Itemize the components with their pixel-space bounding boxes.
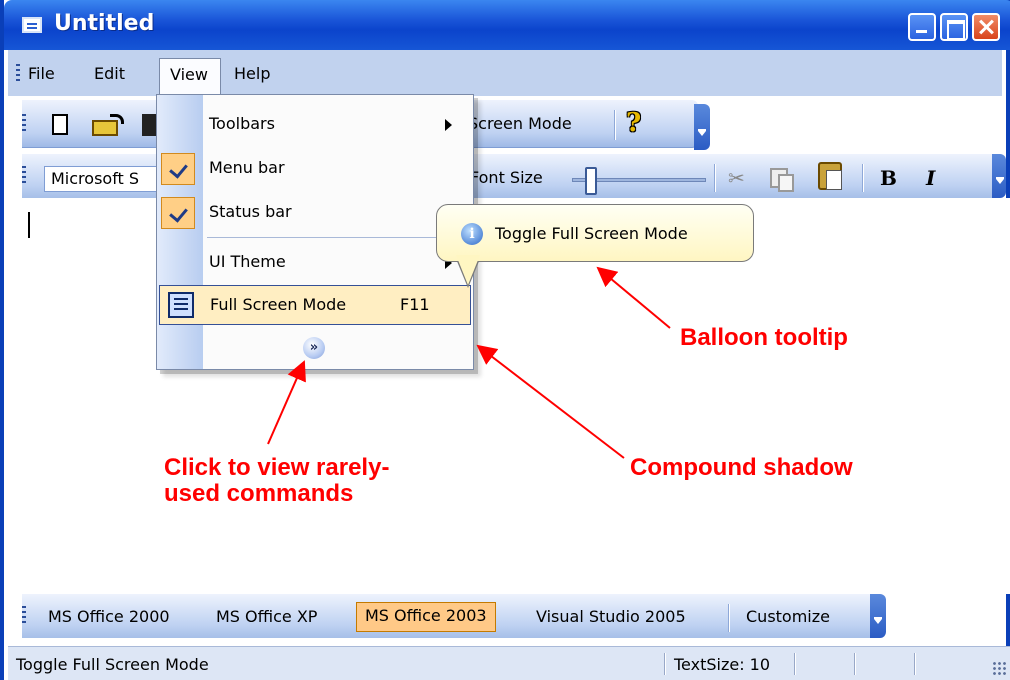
menu-item-label: Status bar <box>209 202 292 221</box>
theme-office-xp[interactable]: MS Office XP <box>208 604 325 630</box>
save-icon[interactable] <box>142 114 156 136</box>
copy-icon[interactable] <box>770 168 794 192</box>
menu-item-shortcut: F11 <box>400 295 430 314</box>
theme-office-2000[interactable]: MS Office 2000 <box>40 604 178 630</box>
toolbar-overflow-chevron-icon[interactable] <box>992 154 1006 198</box>
status-message: Toggle Full Screen Mode <box>16 655 209 674</box>
info-icon: i <box>461 223 483 245</box>
title-bar[interactable]: Untitled <box>4 0 1010 50</box>
app-icon[interactable] <box>22 17 42 33</box>
theme-office-2003[interactable]: MS Office 2003 <box>356 602 496 632</box>
menu-item-toolbars[interactable]: Toolbars <box>157 103 473 147</box>
fullscreen-toolbar-button[interactable]: Screen Mode <box>468 114 572 133</box>
window-title: Untitled <box>54 11 155 36</box>
annotation-rare-commands-line1: Click to view rarely- <box>164 454 390 481</box>
app-window: Untitled File Edit View Help Screen Mode… <box>0 0 1010 680</box>
menubar-grip[interactable] <box>16 64 20 84</box>
toolbar-grip[interactable] <box>22 606 26 626</box>
status-separator <box>794 653 796 675</box>
annotation-rare-commands-line2: used commands <box>164 480 354 507</box>
toolbar-separator <box>862 164 864 192</box>
status-separator <box>854 653 856 675</box>
checkmark-icon <box>161 153 195 185</box>
menu-edit[interactable]: Edit <box>94 64 125 88</box>
toolbar-overflow-chevron-icon[interactable] <box>870 594 886 638</box>
toolbar-separator <box>614 110 616 140</box>
menu-item-ui-theme[interactable]: UI Theme <box>157 241 473 285</box>
chevron-double-down-icon[interactable]: » <box>303 337 325 359</box>
italic-icon[interactable]: I <box>926 166 935 190</box>
menu-item-full-screen-mode[interactable]: Full Screen Mode F11 <box>159 285 471 325</box>
checkmark-icon <box>161 197 195 229</box>
menu-bar: File Edit View Help <box>8 50 1002 96</box>
menu-file[interactable]: File <box>28 64 55 88</box>
balloon-tooltip: i Toggle Full Screen Mode <box>436 204 754 262</box>
font-size-slider[interactable] <box>572 167 706 195</box>
close-button[interactable] <box>972 13 1000 41</box>
slider-thumb[interactable] <box>585 167 597 195</box>
cut-icon[interactable]: ✂ <box>728 166 745 190</box>
menu-view[interactable]: View <box>159 58 221 96</box>
submenu-arrow-icon <box>445 119 458 131</box>
minimize-button[interactable] <box>908 13 936 41</box>
toolbar-overflow-chevron-icon[interactable] <box>694 104 710 150</box>
paste-icon[interactable] <box>818 162 842 190</box>
full-screen-icon <box>168 292 194 318</box>
status-bar: Toggle Full Screen Mode TextSize: 10 <box>8 646 1010 680</box>
font-size-label: Font Size <box>470 168 543 187</box>
bold-icon[interactable]: B <box>880 166 897 190</box>
annotation-balloon-tooltip: Balloon tooltip <box>680 324 848 351</box>
balloon-tail-fill <box>456 255 480 285</box>
menu-item-label: Menu bar <box>209 158 285 177</box>
status-separator <box>664 653 666 675</box>
balloon-text: Toggle Full Screen Mode <box>495 224 688 243</box>
resize-grip-icon[interactable] <box>992 661 1006 675</box>
toolbar-separator <box>728 604 730 632</box>
help-icon[interactable]: ? <box>626 108 641 138</box>
open-folder-icon[interactable] <box>92 114 126 136</box>
menu-divider <box>207 237 469 238</box>
customize-button[interactable]: Customize <box>738 604 838 630</box>
menu-help[interactable]: Help <box>234 64 270 88</box>
status-separator <box>914 653 916 675</box>
menu-item-label: Toolbars <box>209 114 275 133</box>
theme-toolbar: MS Office 2000 MS Office XP MS Office 20… <box>22 594 870 638</box>
new-document-icon[interactable] <box>52 114 68 135</box>
menu-item-menu-bar[interactable]: Menu bar <box>157 147 473 191</box>
view-menu-dropdown: Toolbars Menu bar Status bar UI Theme Fu… <box>156 94 474 370</box>
toolbar-separator <box>714 164 716 192</box>
menu-item-label: UI Theme <box>209 252 286 271</box>
menu-item-label: Full Screen Mode <box>210 295 347 314</box>
text-caret <box>28 212 30 238</box>
theme-visual-studio-2005[interactable]: Visual Studio 2005 <box>528 604 694 630</box>
toolbar-grip[interactable] <box>22 114 26 134</box>
toolbar-grip[interactable] <box>22 166 26 186</box>
annotation-compound-shadow: Compound shadow <box>630 454 853 481</box>
maximize-button[interactable] <box>940 13 968 41</box>
menu-item-status-bar[interactable]: Status bar <box>157 191 473 235</box>
status-textsize: TextSize: 10 <box>674 655 771 674</box>
